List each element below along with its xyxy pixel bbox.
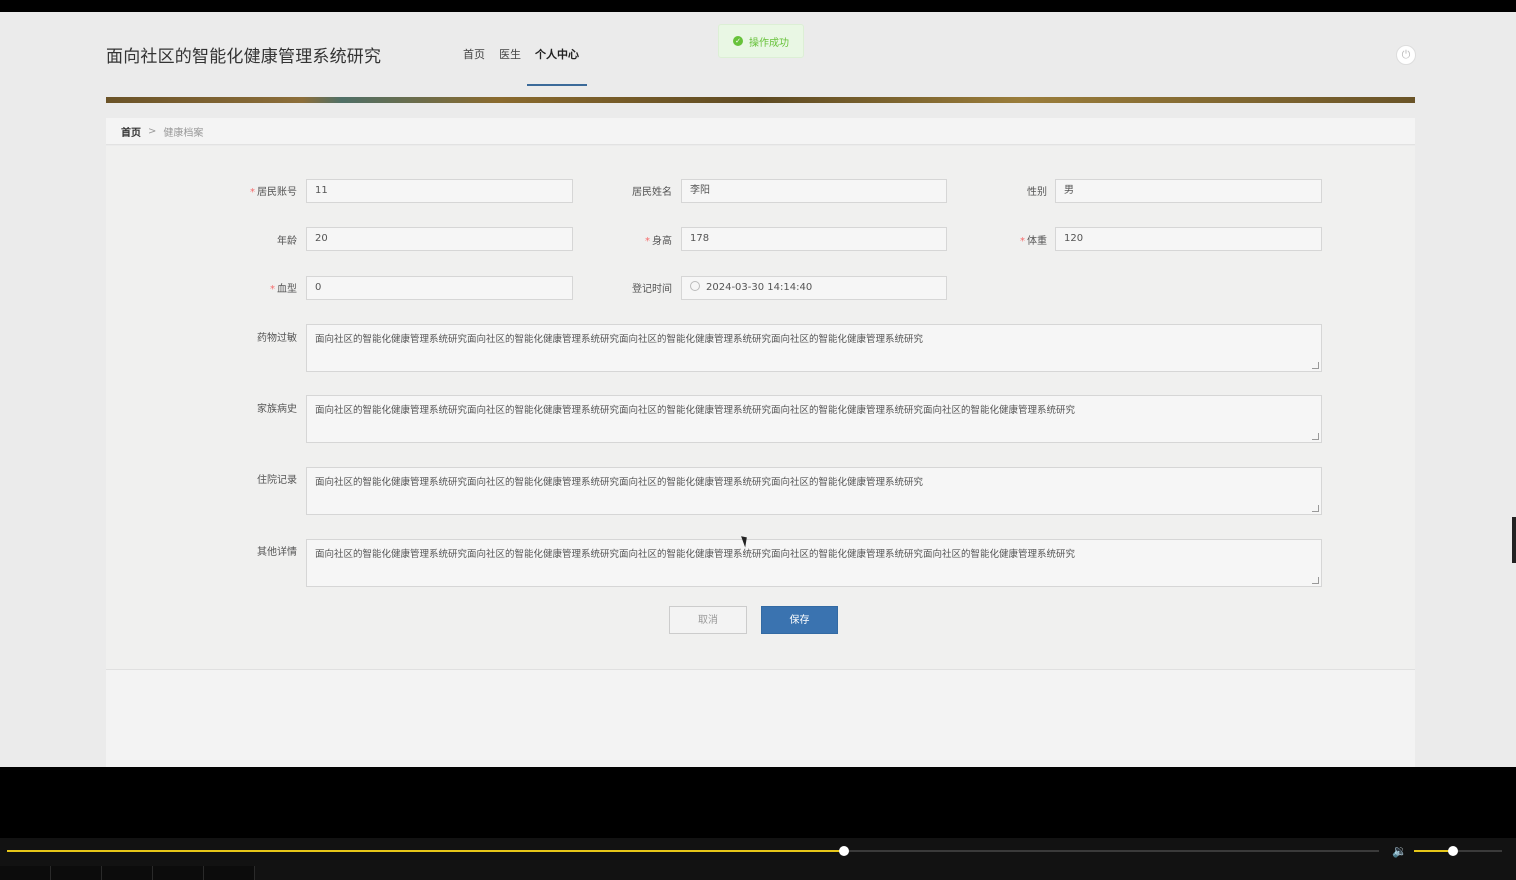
taskbar-slot[interactable] (153, 866, 204, 880)
required-mark: * (250, 187, 255, 198)
breadcrumb-home[interactable]: 首页 (121, 124, 141, 139)
seek-progress (7, 850, 844, 852)
taskbar-slot[interactable] (51, 866, 102, 880)
required-mark: * (1020, 236, 1025, 247)
breadcrumb: 首页 > 健康档案 (106, 118, 1415, 145)
required-mark: * (270, 284, 275, 295)
allergy-label: 药物过敏 (257, 333, 297, 344)
cancel-button[interactable]: 取消 (669, 606, 747, 634)
app-title: 面向社区的智能化健康管理系统研究 (106, 47, 382, 67)
save-button[interactable]: 保存 (761, 606, 838, 634)
account-label: * 居民账号 (250, 187, 297, 198)
other-label: 其他详情 (257, 547, 297, 558)
hospital-textarea[interactable]: 面向社区的智能化健康管理系统研究面向社区的智能化健康管理系统研究面向社区的智能化… (306, 467, 1322, 515)
name-label: 居民姓名 (632, 187, 672, 198)
check-circle-icon: ✓ (733, 36, 743, 46)
speaker-icon[interactable]: 🔉 (1392, 844, 1407, 858)
blood-input[interactable]: 0 (306, 276, 573, 300)
nav-personal-center[interactable]: 个人中心 (527, 46, 587, 86)
taskbar-slot[interactable] (204, 866, 255, 880)
family-label: 家族病史 (257, 404, 297, 415)
hospital-label: 住院记录 (257, 475, 297, 486)
app-screen: 面向社区的智能化健康管理系统研究 首页 医生 个人中心 ✓ 操作成功 ⏻ 首页 … (0, 12, 1516, 767)
age-input[interactable]: 20 (306, 227, 573, 251)
account-input[interactable]: 11 (306, 179, 573, 203)
clock-icon (690, 281, 700, 291)
name-input[interactable]: 李阳 (681, 179, 947, 203)
age-label: 年龄 (277, 236, 297, 247)
regtime-value: 2024-03-30 14:14:40 (706, 282, 813, 293)
breadcrumb-current: 健康档案 (163, 127, 204, 139)
side-handle[interactable] (1512, 517, 1516, 563)
breadcrumb-separator: > (148, 125, 157, 137)
blood-label: * 血型 (270, 284, 297, 295)
taskbar (0, 866, 1516, 880)
taskbar-slot[interactable] (102, 866, 153, 880)
seek-thumb[interactable] (838, 846, 849, 856)
other-textarea[interactable]: 面向社区的智能化健康管理系统研究面向社区的智能化健康管理系统研究面向社区的智能化… (306, 539, 1322, 587)
toast-message: 操作成功 (749, 37, 789, 49)
required-mark: * (645, 236, 650, 247)
regtime-input[interactable]: 2024-03-30 14:14:40 (681, 276, 947, 300)
height-label: * 身高 (645, 236, 672, 247)
volume-progress (1414, 850, 1453, 852)
nav-home[interactable]: 首页 (463, 46, 485, 72)
banner-image (106, 97, 1415, 103)
weight-label: * 体重 (1020, 236, 1047, 247)
power-icon[interactable]: ⏻ (1396, 45, 1416, 65)
volume-thumb[interactable] (1447, 846, 1458, 856)
nav-doctor[interactable]: 医生 (499, 46, 521, 72)
gender-input[interactable]: 男 (1055, 179, 1322, 203)
success-toast: ✓ 操作成功 (718, 24, 804, 58)
taskbar-slot[interactable] (0, 866, 51, 880)
weight-input[interactable]: 120 (1055, 227, 1322, 251)
height-input[interactable]: 178 (681, 227, 947, 251)
allergy-textarea[interactable]: 面向社区的智能化健康管理系统研究面向社区的智能化健康管理系统研究面向社区的智能化… (306, 324, 1322, 372)
regtime-label: 登记时间 (632, 284, 672, 295)
family-textarea[interactable]: 面向社区的智能化健康管理系统研究面向社区的智能化健康管理系统研究面向社区的智能化… (306, 395, 1322, 443)
top-nav: 首页 医生 个人中心 (463, 46, 587, 86)
lower-panel (106, 670, 1415, 767)
gender-label: 性别 (1027, 187, 1047, 198)
